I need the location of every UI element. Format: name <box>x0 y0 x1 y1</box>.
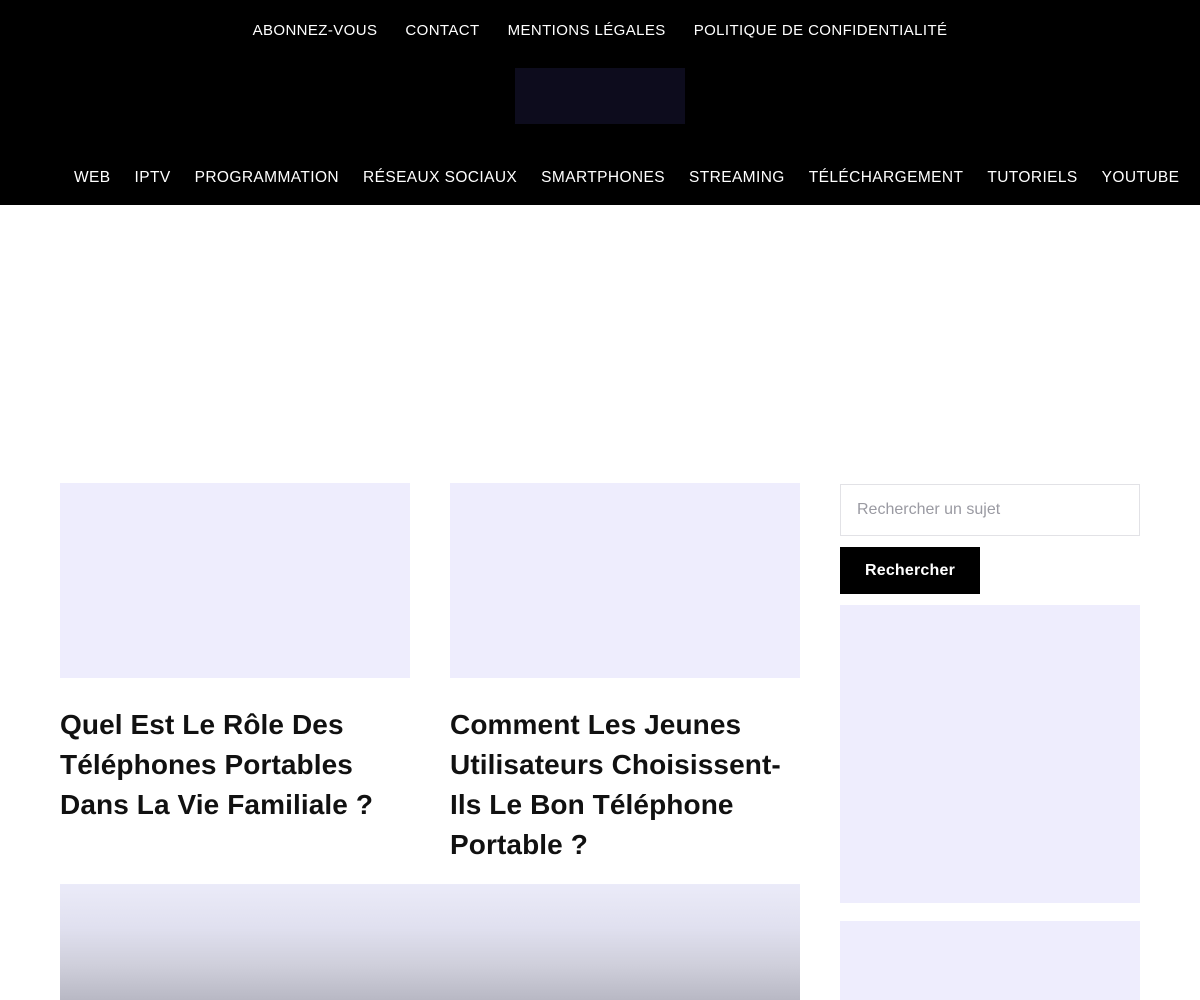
post-card[interactable]: Comment Les Jeunes Utilisateurs Choisiss… <box>450 483 800 865</box>
sidebar-widget-2[interactable] <box>840 921 1140 1000</box>
nav-item-streaming[interactable]: STREAMING <box>677 167 797 189</box>
nav-item-iptv[interactable]: IPTV <box>123 167 183 189</box>
featured-banner-image[interactable] <box>60 884 800 1000</box>
nav-item-programmation[interactable]: PROGRAMMATION <box>183 167 351 189</box>
sidebar: Rechercher <box>840 484 1140 1000</box>
site-header: ABONNEZ-VOUS CONTACT MENTIONS LÉGALES PO… <box>0 0 1200 205</box>
site-logo[interactable] <box>515 68 685 124</box>
top-nav-item-politique-de-confidentialite[interactable]: POLITIQUE DE CONFIDENTIALITÉ <box>680 21 962 41</box>
post-grid: Quel Est Le Rôle Des Téléphones Portable… <box>60 483 800 865</box>
search-input[interactable] <box>840 484 1140 536</box>
post-list: Quel Est Le Rôle Des Téléphones Portable… <box>60 483 800 865</box>
nav-item-tutoriels[interactable]: TUTORIELS <box>975 167 1089 189</box>
post-title[interactable]: Comment Les Jeunes Utilisateurs Choisiss… <box>450 705 800 865</box>
search-button[interactable]: Rechercher <box>840 547 980 594</box>
top-nav-item-abonnez-vous[interactable]: ABONNEZ-VOUS <box>239 21 392 41</box>
main-category-nav: WEB IPTV PROGRAMMATION RÉSEAUX SOCIAUX S… <box>0 160 1200 196</box>
page-body: Quel Est Le Rôle Des Téléphones Portable… <box>0 205 1200 1000</box>
nav-item-youtube[interactable]: YOUTUBE <box>1090 167 1192 189</box>
top-nav-item-contact[interactable]: CONTACT <box>391 21 493 41</box>
post-title[interactable]: Quel Est Le Rôle Des Téléphones Portable… <box>60 705 410 825</box>
sidebar-widget-1[interactable] <box>840 605 1140 903</box>
nav-item-telechargement[interactable]: TÉLÉCHARGEMENT <box>797 167 976 189</box>
top-nav-item-mentions-legales[interactable]: MENTIONS LÉGALES <box>494 21 680 41</box>
top-utility-nav: ABONNEZ-VOUS CONTACT MENTIONS LÉGALES PO… <box>0 0 1200 48</box>
nav-item-smartphones[interactable]: SMARTPHONES <box>529 167 677 189</box>
logo-container <box>0 68 1200 124</box>
nav-item-web[interactable]: WEB <box>62 167 123 189</box>
post-thumbnail-image[interactable] <box>60 483 410 678</box>
post-card[interactable]: Quel Est Le Rôle Des Téléphones Portable… <box>60 483 410 865</box>
nav-item-reseaux-sociaux[interactable]: RÉSEAUX SOCIAUX <box>351 167 529 189</box>
post-thumbnail-image[interactable] <box>450 483 800 678</box>
